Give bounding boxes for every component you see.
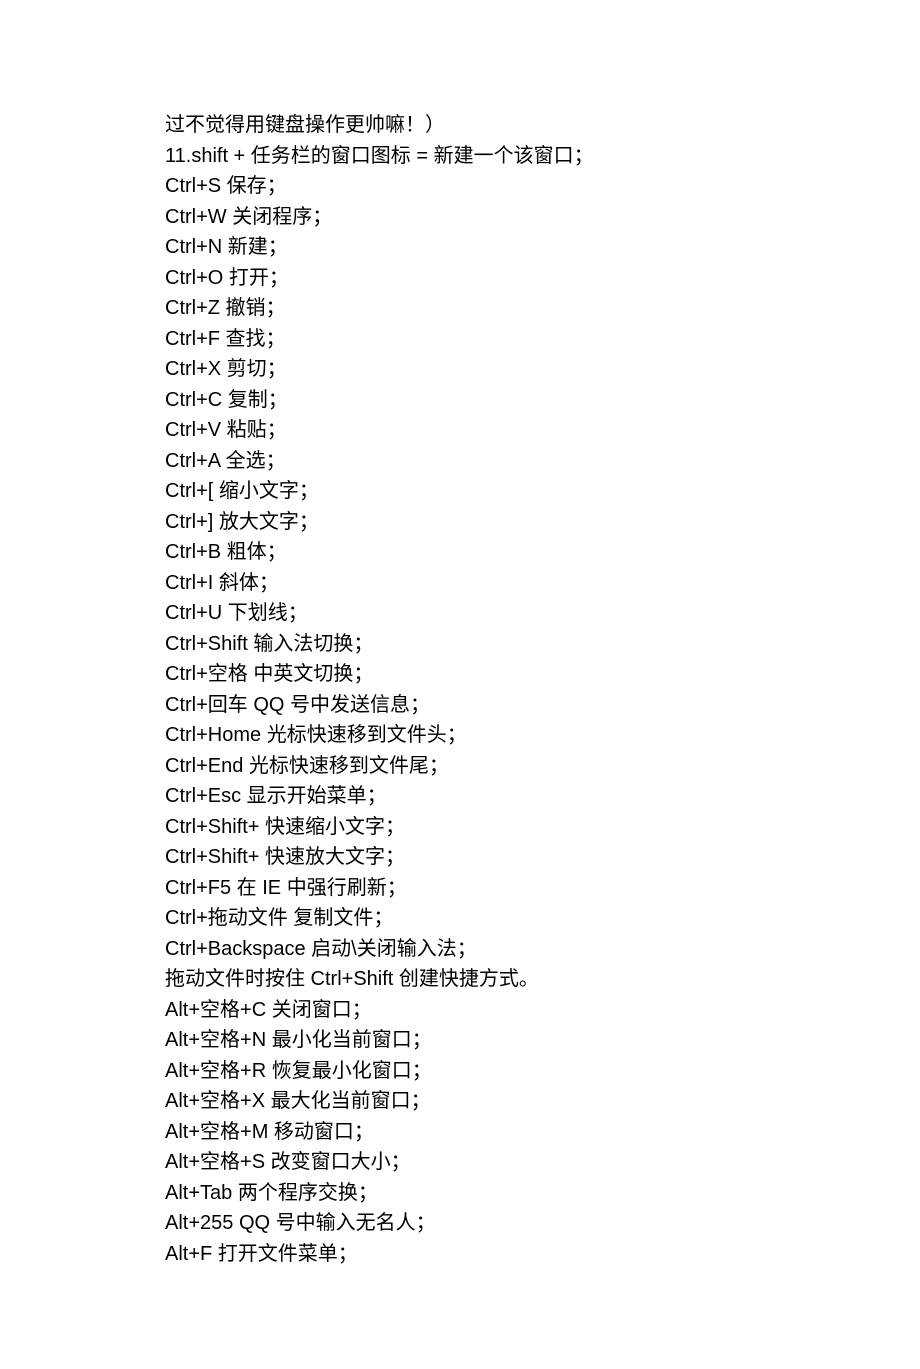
text-line: Alt+Tab 两个程序交换；: [165, 1178, 755, 1209]
text-line: Ctrl+拖动文件 复制文件；: [165, 903, 755, 934]
text-line: Alt+空格+S 改变窗口大小；: [165, 1147, 755, 1178]
text-line: Ctrl+W 关闭程序；: [165, 202, 755, 233]
text-line: Ctrl+空格 中英文切换；: [165, 659, 755, 690]
text-line: 拖动文件时按住 Ctrl+Shift 创建快捷方式。: [165, 964, 755, 995]
text-line: Ctrl+B 粗体；: [165, 537, 755, 568]
text-line: Ctrl+C 复制；: [165, 385, 755, 416]
text-line: Alt+空格+M 移动窗口；: [165, 1117, 755, 1148]
text-line: Ctrl+Shift+ 快速缩小文字；: [165, 812, 755, 843]
text-line: Ctrl+N 新建；: [165, 232, 755, 263]
text-line: Ctrl+Home 光标快速移到文件头；: [165, 720, 755, 751]
text-line: Ctrl+Esc 显示开始菜单；: [165, 781, 755, 812]
text-line: Alt+空格+N 最小化当前窗口；: [165, 1025, 755, 1056]
text-line: Ctrl+X 剪切；: [165, 354, 755, 385]
text-line: Ctrl+A 全选；: [165, 446, 755, 477]
text-line: Alt+空格+C 关闭窗口；: [165, 995, 755, 1026]
text-line: Ctrl+I 斜体；: [165, 568, 755, 599]
text-line: 过不觉得用键盘操作更帅嘛！）: [165, 110, 755, 141]
text-line: Alt+空格+X 最大化当前窗口；: [165, 1086, 755, 1117]
text-line: Ctrl+[ 缩小文字；: [165, 476, 755, 507]
text-line: Ctrl+Z 撤销；: [165, 293, 755, 324]
text-line: Ctrl+U 下划线；: [165, 598, 755, 629]
text-line: Ctrl+F 查找；: [165, 324, 755, 355]
text-line: Ctrl+S 保存；: [165, 171, 755, 202]
text-line: Ctrl+Shift+ 快速放大文字；: [165, 842, 755, 873]
text-line: Alt+F 打开文件菜单；: [165, 1239, 755, 1270]
text-line: Ctrl+回车 QQ 号中发送信息；: [165, 690, 755, 721]
document-page: 过不觉得用键盘操作更帅嘛！） 11.shift + 任务栏的窗口图标 = 新建一…: [0, 0, 920, 1369]
text-line: Ctrl+O 打开；: [165, 263, 755, 294]
text-line: Ctrl+Shift 输入法切换；: [165, 629, 755, 660]
text-line: Ctrl+End 光标快速移到文件尾；: [165, 751, 755, 782]
text-line: Alt+空格+R 恢复最小化窗口；: [165, 1056, 755, 1087]
text-line: 11.shift + 任务栏的窗口图标 = 新建一个该窗口；: [165, 141, 755, 172]
text-line: Alt+255 QQ 号中输入无名人；: [165, 1208, 755, 1239]
text-line: Ctrl+V 粘贴；: [165, 415, 755, 446]
text-line: Ctrl+Backspace 启动\关闭输入法；: [165, 934, 755, 965]
text-line: Ctrl+] 放大文字；: [165, 507, 755, 538]
text-line: Ctrl+F5 在 IE 中强行刷新；: [165, 873, 755, 904]
